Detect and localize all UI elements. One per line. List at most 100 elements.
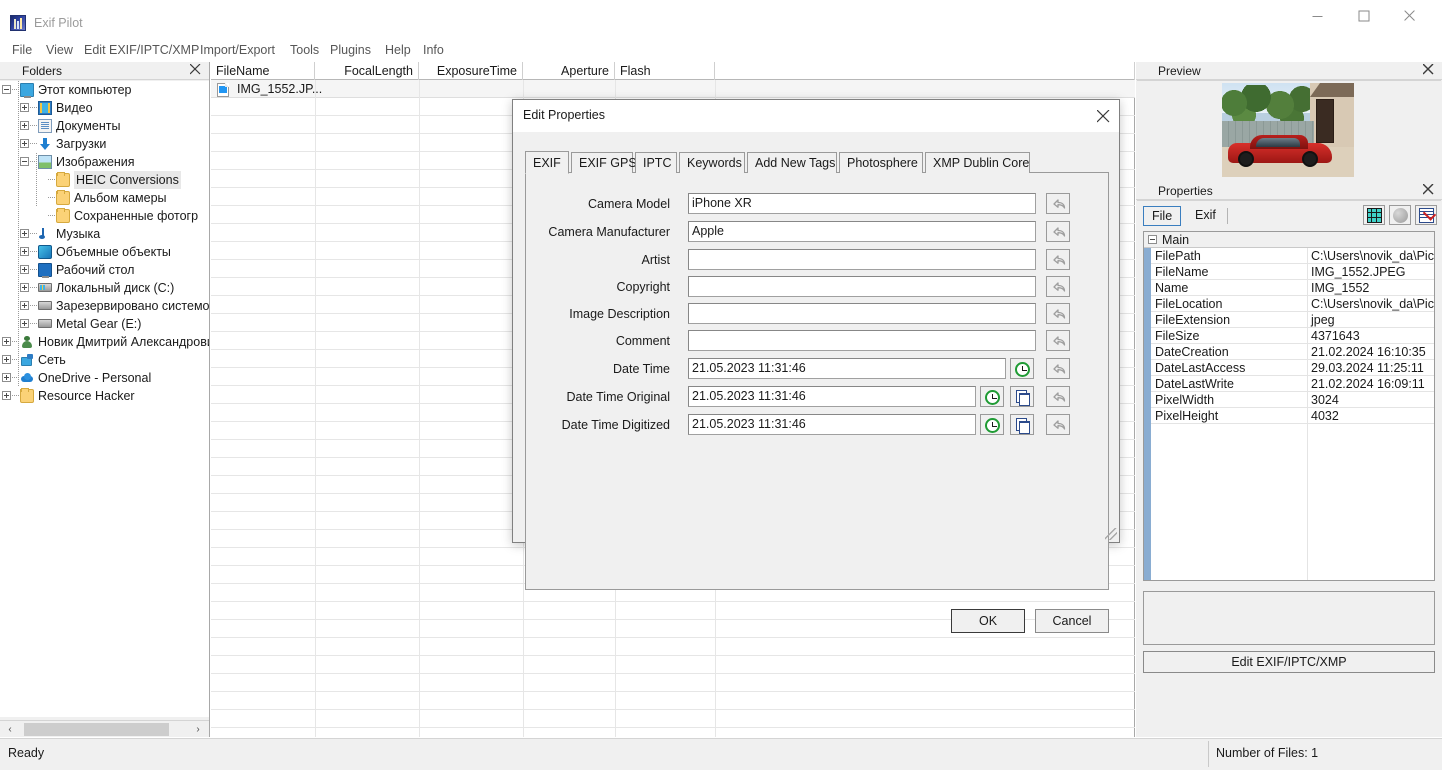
column-header-filename[interactable]: FileName [211,62,315,80]
property-row[interactable]: DateLastWrite 21.02.2024 16:09:11 [1151,376,1434,392]
menu-view[interactable]: View [46,42,73,59]
maximize-button[interactable] [1341,0,1387,32]
property-row[interactable]: DateCreation 21.02.2024 16:10:35 [1151,344,1434,360]
property-row[interactable]: FileLocation C:\Users\novik_da\Pict... [1151,296,1434,312]
property-group-header[interactable]: Main [1144,232,1434,248]
tree-item[interactable]: Этот компьютер [0,81,209,99]
tree-item[interactable]: Сохраненные фотогр [0,207,209,225]
revert-undo-icon[interactable] [1046,386,1070,407]
tree-item[interactable]: Альбом камеры [0,189,209,207]
close-button[interactable] [1387,0,1433,32]
tab-exif[interactable]: Exif [1187,206,1224,226]
property-row[interactable]: FileSize 4371643 [1151,328,1434,344]
minimize-button[interactable] [1295,0,1341,32]
table-view-icon[interactable] [1363,205,1385,225]
expand-icon[interactable] [20,229,29,238]
properties-grid[interactable]: Main FilePath C:\Users\novik_da\Pict... Fi… [1143,231,1435,581]
expand-icon[interactable] [20,319,29,328]
property-row[interactable]: FilePath C:\Users\novik_da\Pict... [1151,248,1434,264]
dialog-tab-xmp-dublin-core[interactable]: XMP Dublin Core [925,152,1030,173]
tree-item[interactable]: Resource Hacker [0,387,209,405]
dialog-close-icon[interactable] [1091,104,1115,128]
preview-close-icon[interactable] [1422,63,1436,77]
dialog-tab-add-new-tags[interactable]: Add New Tags [747,152,837,173]
field-input[interactable]: iPhone XR [688,193,1036,214]
expand-icon[interactable] [2,373,11,382]
tree-item[interactable]: Зарезервировано системой [0,297,209,315]
property-row[interactable]: Name IMG_1552 [1151,280,1434,296]
folder-tree[interactable]: Этот компьютер Видео Документы Загрузки Изоб… [0,81,209,717]
dialog-tab-photosphere[interactable]: Photosphere [839,152,923,173]
expand-icon[interactable] [20,247,29,256]
menu-import-export[interactable]: Import/Export [200,42,275,59]
tab-file[interactable]: File [1143,206,1182,226]
tree-item[interactable]: Объемные объекты [0,243,209,261]
dialog-tab-keywords[interactable]: Keywords [679,152,745,173]
expand-icon[interactable] [20,121,29,130]
column-header-blank[interactable] [715,62,1135,80]
tree-item[interactable]: Музыка [0,225,209,243]
collapse-icon[interactable] [20,157,29,166]
date-picker-clock-icon[interactable] [1010,358,1034,379]
menu-info[interactable]: Info [423,42,444,59]
dialog-tab-exif-gps[interactable]: EXIF GPS [571,152,637,173]
field-input[interactable] [688,330,1036,351]
collapse-icon[interactable] [2,85,11,94]
expand-icon[interactable] [20,103,29,112]
property-row[interactable]: DateLastAccess 29.03.2024 11:25:11 [1151,360,1434,376]
tree-item[interactable]: OneDrive - Personal [0,369,209,387]
field-input[interactable]: 21.05.2023 11:31:46 [688,414,976,435]
revert-undo-icon[interactable] [1046,303,1070,324]
properties-close-icon[interactable] [1422,183,1436,197]
tree-item[interactable]: Видео [0,99,209,117]
dialog-resize-grip[interactable] [1105,528,1117,540]
folders-close-icon[interactable] [189,63,203,77]
cancel-button[interactable]: Cancel [1035,609,1109,633]
date-picker-clock-icon[interactable] [980,386,1004,407]
property-row[interactable]: FileExtension jpeg [1151,312,1434,328]
revert-undo-icon[interactable] [1046,221,1070,242]
ok-button[interactable]: OK [951,609,1025,633]
field-input[interactable] [688,303,1036,324]
checklist-icon[interactable] [1415,205,1437,225]
edit-exif-button[interactable]: Edit EXIF/IPTC/XMP [1143,651,1435,673]
tree-item[interactable]: Рабочий стол [0,261,209,279]
tree-item[interactable]: Новик Дмитрий Александрович [0,333,209,351]
menu-tools[interactable]: Tools [290,42,319,59]
field-input[interactable] [688,249,1036,270]
field-input[interactable]: Apple [688,221,1036,242]
table-row[interactable]: IMG_1552.JP... [211,80,1135,98]
expand-icon[interactable] [2,355,11,364]
tree-item[interactable]: Локальный диск (C:) [0,279,209,297]
dialog-tab-exif[interactable]: EXIF [525,151,569,174]
column-header-aperture[interactable]: Aperture [523,62,615,80]
menu-file[interactable]: File [12,42,32,59]
menu-plugins[interactable]: Plugins [330,42,371,59]
expand-icon[interactable] [20,139,29,148]
revert-undo-icon[interactable] [1046,276,1070,297]
expand-icon[interactable] [2,337,11,346]
column-header-exposuretime[interactable]: ExposureTime [419,62,523,80]
revert-undo-icon[interactable] [1046,249,1070,270]
revert-undo-icon[interactable] [1046,358,1070,379]
folder-tree-hscrollbar[interactable]: ‹ › [0,720,209,737]
expand-icon[interactable] [20,301,29,310]
tree-item[interactable]: HEIC Conversions [0,171,209,189]
tree-item[interactable]: Загрузки [0,135,209,153]
copy-icon[interactable] [1010,386,1034,407]
revert-undo-icon[interactable] [1046,193,1070,214]
menu-help[interactable]: Help [385,42,411,59]
revert-undo-icon[interactable] [1046,330,1070,351]
field-input[interactable]: 21.05.2023 11:31:46 [688,386,976,407]
column-header-focallength[interactable]: FocalLength [315,62,419,80]
group-collapse-icon[interactable] [1148,235,1157,244]
scroll-thumb[interactable] [24,723,169,736]
tree-item[interactable]: Сеть [0,351,209,369]
expand-icon[interactable] [2,391,11,400]
scroll-left-icon[interactable]: ‹ [2,722,18,737]
column-header-flash[interactable]: Flash [615,62,715,80]
tree-item[interactable]: Документы [0,117,209,135]
property-row[interactable]: FileName IMG_1552.JPEG [1151,264,1434,280]
dialog-tab-iptc[interactable]: IPTC [635,152,677,173]
revert-undo-icon[interactable] [1046,414,1070,435]
